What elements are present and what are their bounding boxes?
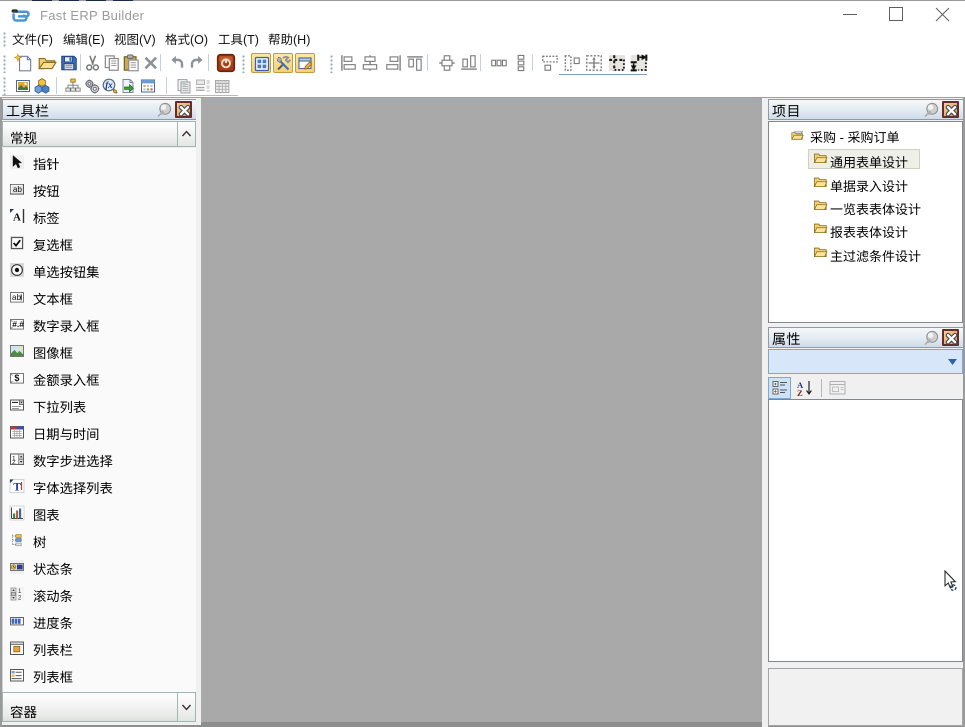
svg-text:Z: Z [797,388,803,397]
svg-text:T: T [13,482,21,494]
svg-text:2: 2 [12,459,16,466]
svg-text:ab: ab [12,293,21,302]
svg-text:fx: fx [105,80,113,90]
svg-text:$: $ [14,373,19,383]
svg-text:#.#: #.# [12,319,24,329]
svg-text:A: A [13,212,21,224]
svg-text:ab: ab [13,185,22,194]
